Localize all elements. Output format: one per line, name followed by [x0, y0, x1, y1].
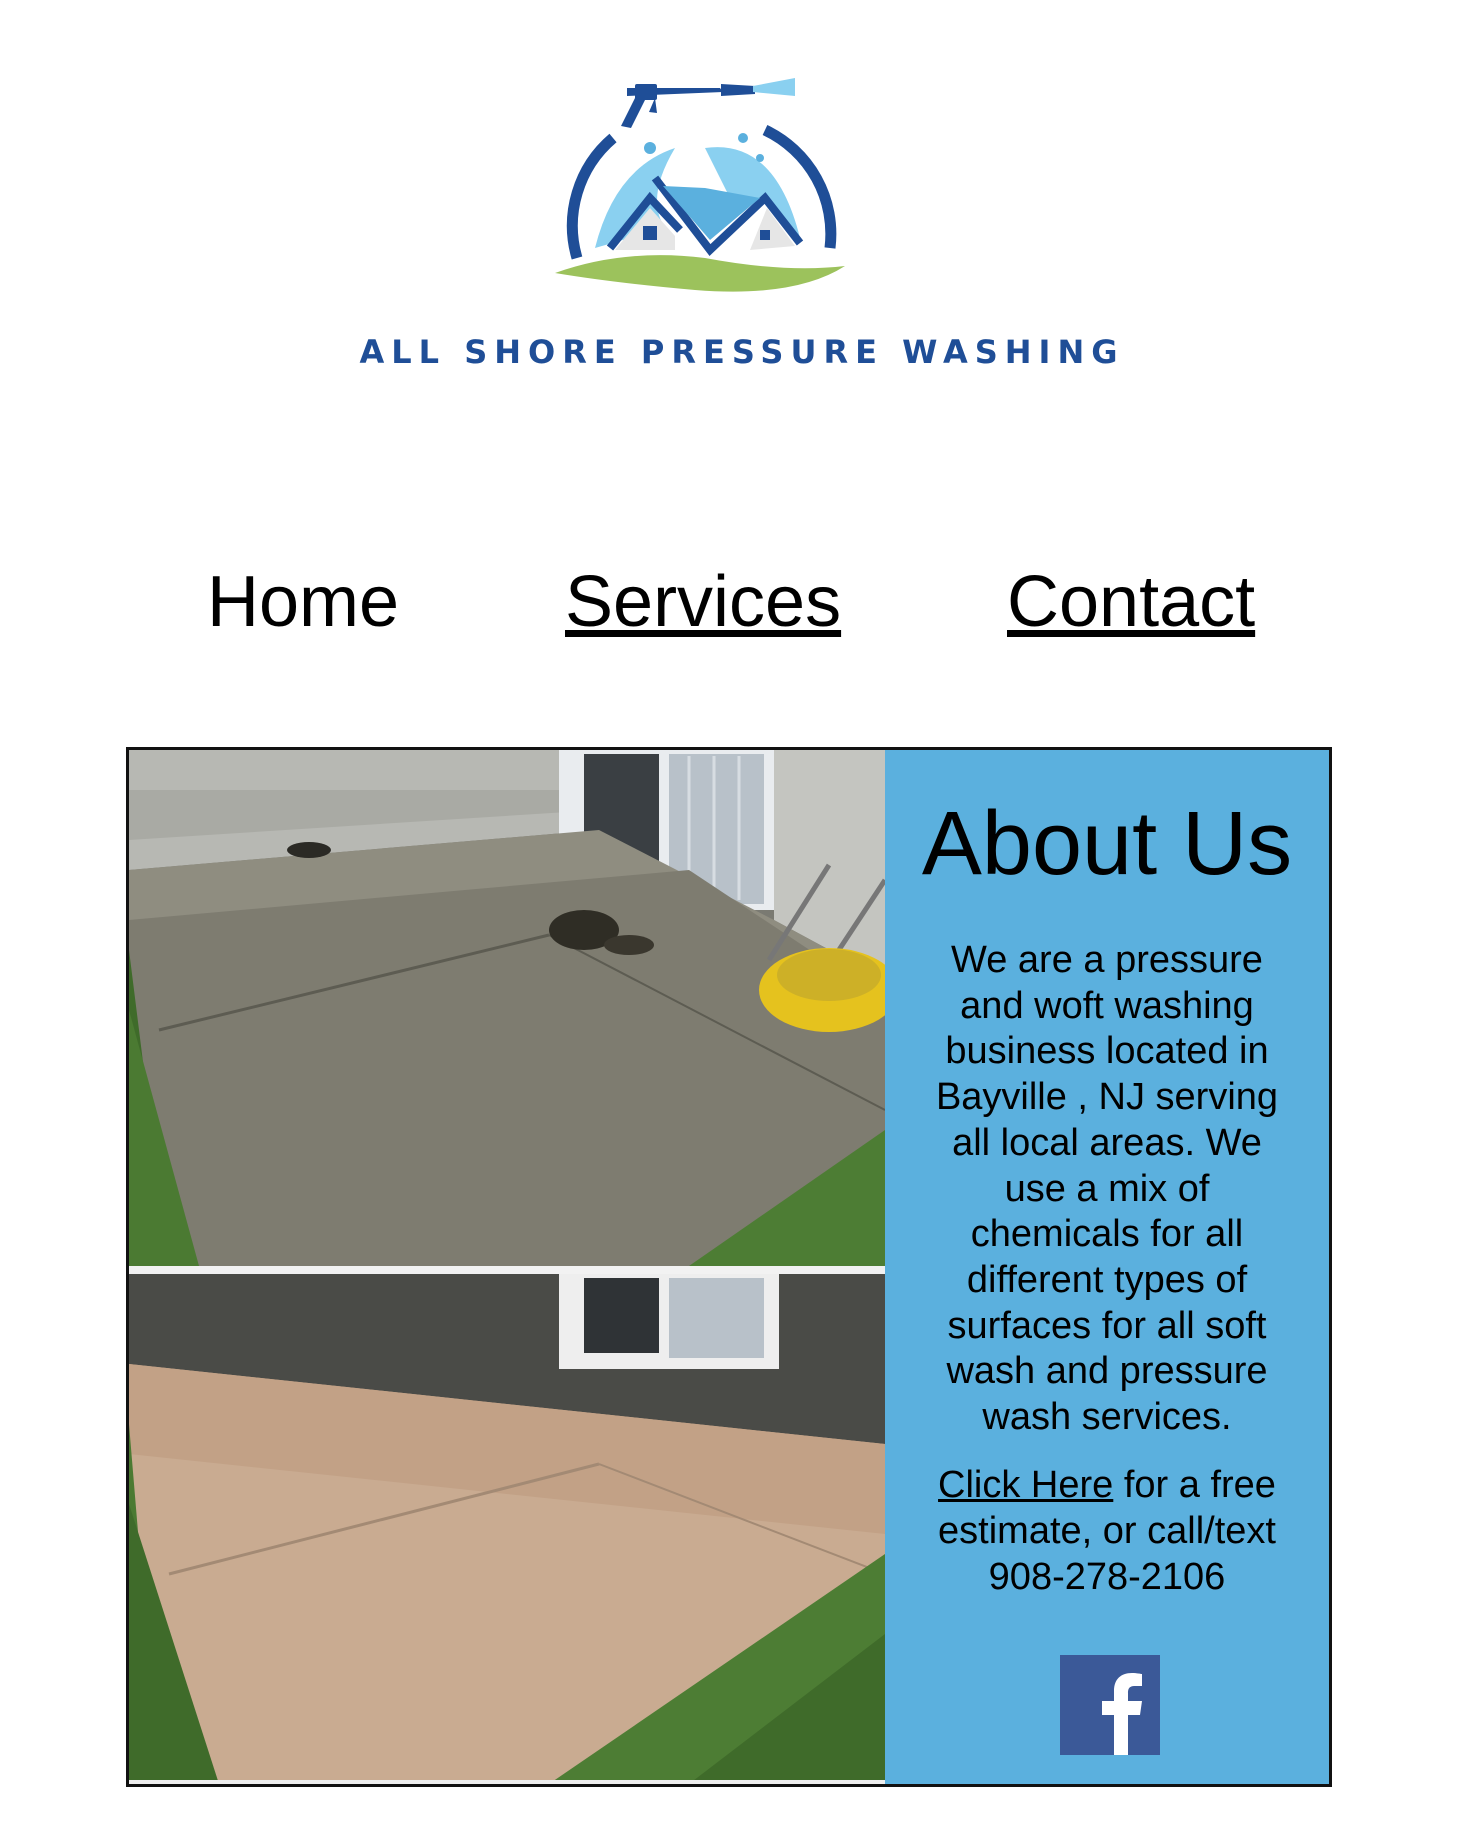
facebook-glyph-icon [1102, 1673, 1142, 1755]
estimate-cta: Click Here for a free estimate, or call/… [915, 1462, 1299, 1600]
brand-logo [555, 78, 845, 292]
about-title: About Us [921, 794, 1293, 894]
before-photo [129, 750, 885, 1266]
photo-divider [129, 1266, 885, 1274]
before-after-photos [129, 750, 885, 1784]
facebook-icon[interactable] [1060, 1655, 1160, 1755]
nav-services-link[interactable]: Services [565, 562, 841, 642]
about-panel: About Us We are a pressure and woft wash… [885, 750, 1329, 1784]
free-estimate-link[interactable]: Click Here [938, 1464, 1113, 1506]
pressure-wand-icon [621, 78, 795, 128]
nav-home-link[interactable]: Home [207, 562, 399, 642]
after-photo [129, 1274, 885, 1784]
about-description: We are a pressure and woft washing busin… [935, 939, 1279, 1439]
photo-bottom-line [129, 1780, 885, 1784]
brand-name: ALL SHORE PRESSURE WASHING [359, 333, 1125, 371]
about-section: About Us We are a pressure and woft wash… [126, 747, 1332, 1787]
nav-contact-link[interactable]: Contact [1007, 562, 1255, 642]
